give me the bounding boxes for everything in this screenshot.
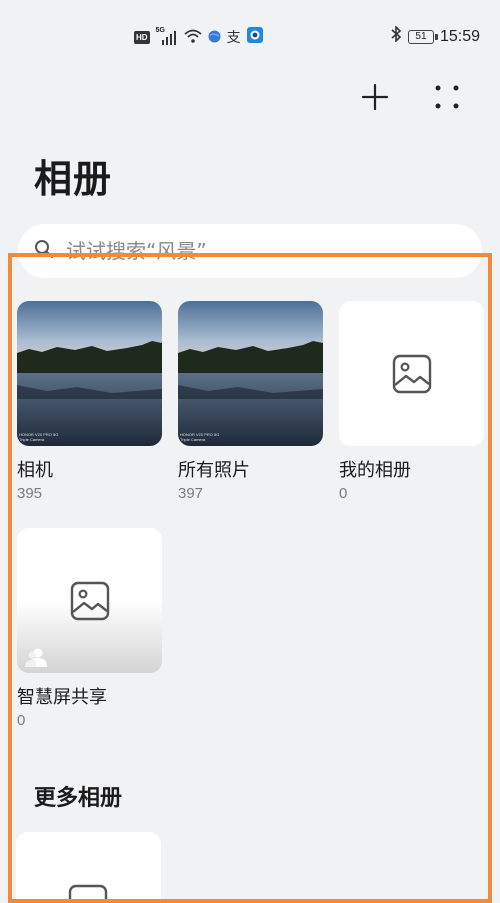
battery-icon: 51 <box>407 29 438 44</box>
more-album-card[interactable] <box>16 832 161 902</box>
search-bar[interactable] <box>18 224 482 278</box>
album-camera[interactable]: HONOR V20 PRO 5G Triple Camera 相机 395 <box>17 301 162 502</box>
album-count: 0 <box>339 485 348 502</box>
album-thumbnail: HONOR V20 PRO 5G Triple Camera <box>17 301 162 446</box>
page-title: 相册 <box>34 157 113 201</box>
photo-watermark: HONOR V20 PRO 5G Triple Camera <box>19 432 59 442</box>
album-name: 智慧屏共享 <box>17 687 107 708</box>
status-bar: HD 5G 支 51 15:59 <box>0 0 500 72</box>
signal-icon: 5G <box>156 27 178 45</box>
header-actions <box>358 80 464 114</box>
lake-photo <box>178 301 323 446</box>
search-input[interactable] <box>64 238 428 264</box>
image-placeholder-icon <box>68 884 108 902</box>
album-name: 所有照片 <box>178 460 250 481</box>
shared-users-icon <box>25 648 47 667</box>
album-my-album[interactable]: 我的相册 0 <box>339 301 484 502</box>
more-albums-heading: 更多相册 <box>34 786 123 811</box>
album-count: 0 <box>17 712 26 729</box>
lake-photo <box>17 301 162 446</box>
clock: 15:59 <box>439 27 480 45</box>
status-icons-left: HD 5G 支 <box>134 27 263 47</box>
status-icons-right: 51 15:59 <box>390 25 480 47</box>
more-options-button[interactable] <box>430 80 464 114</box>
album-smart-screen-share[interactable]: 智慧屏共享 0 <box>17 528 162 729</box>
album-name: 相机 <box>17 460 53 481</box>
album-name: 我的相册 <box>339 460 411 481</box>
more-dots-icon <box>435 85 459 109</box>
album-all-photos[interactable]: HONOR V20 PRO 5G Triple Camera 所有照片 397 <box>178 301 323 502</box>
album-thumbnail <box>339 301 484 446</box>
add-album-button[interactable] <box>358 80 392 114</box>
bluetooth-icon <box>390 25 402 47</box>
album-thumbnail <box>17 528 162 673</box>
wifi-icon <box>183 28 202 47</box>
hd-icon: HD <box>134 30 150 44</box>
image-placeholder-icon <box>70 581 109 620</box>
image-placeholder-icon <box>392 354 431 393</box>
search-icon <box>34 239 54 263</box>
album-count: 397 <box>178 485 204 502</box>
photo-watermark: HONOR V20 PRO 5G Triple Camera <box>180 432 220 442</box>
plus-icon <box>361 83 389 111</box>
alipay-icon: 支 <box>226 30 241 46</box>
album-thumbnail: HONOR V20 PRO 5G Triple Camera <box>178 301 323 446</box>
globe-icon <box>208 28 221 47</box>
app-icon <box>246 27 263 47</box>
album-count: 395 <box>17 485 43 502</box>
